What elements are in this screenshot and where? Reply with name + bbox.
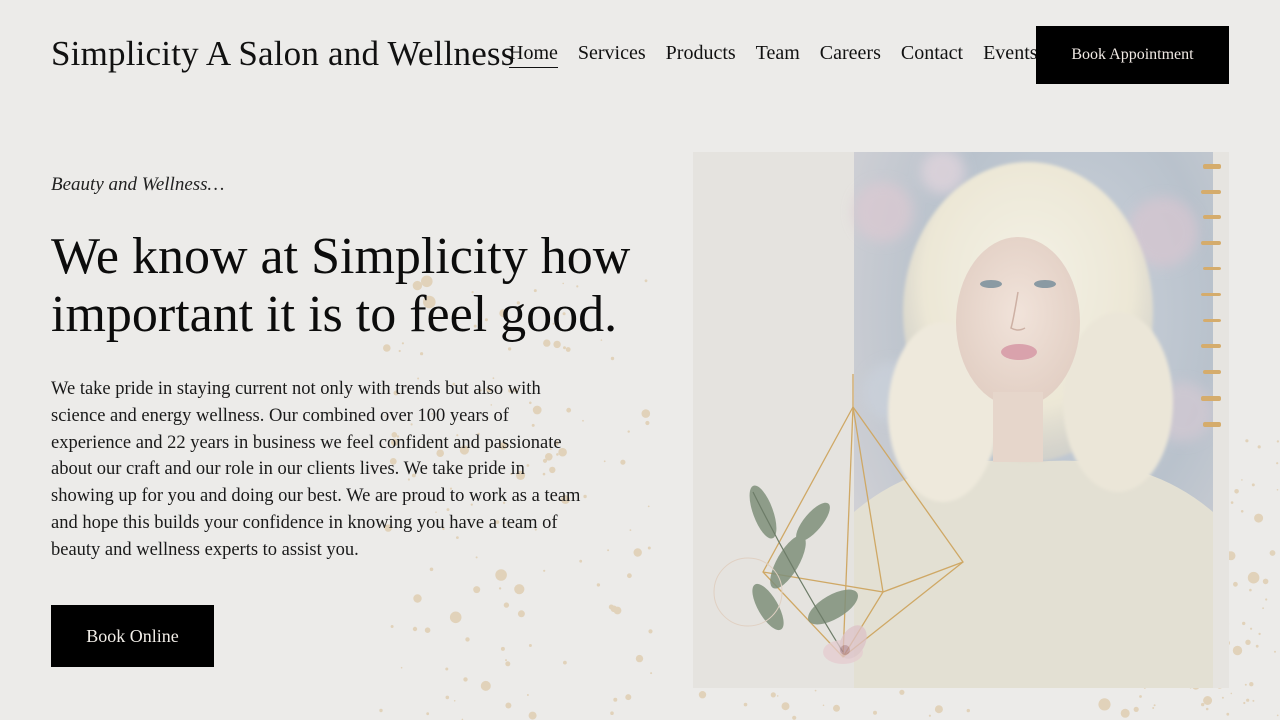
nav-item-services[interactable]: Services <box>578 42 646 68</box>
book-online-button[interactable]: Book Online <box>51 605 214 667</box>
main-nav: Home Services Products Team Careers Cont… <box>509 42 1058 68</box>
nav-item-products[interactable]: Products <box>666 42 736 68</box>
hero-body-text: We take pride in staying current not onl… <box>51 379 581 560</box>
hero-eyebrow: Beauty and Wellness… <box>51 174 225 195</box>
site-title[interactable]: Simplicity A Salon and Wellness <box>51 34 515 74</box>
nav-item-home[interactable]: Home <box>509 42 558 68</box>
hero-portrait-image <box>693 152 1229 688</box>
nav-item-contact[interactable]: Contact <box>901 42 963 68</box>
nav-item-events[interactable]: Events <box>983 42 1037 68</box>
hero-headline: We know at Simplicity how important it i… <box>51 228 631 343</box>
nav-item-team[interactable]: Team <box>756 42 800 68</box>
nav-item-careers[interactable]: Careers <box>820 42 881 68</box>
book-appointment-button[interactable]: Book Appointment <box>1036 26 1229 84</box>
